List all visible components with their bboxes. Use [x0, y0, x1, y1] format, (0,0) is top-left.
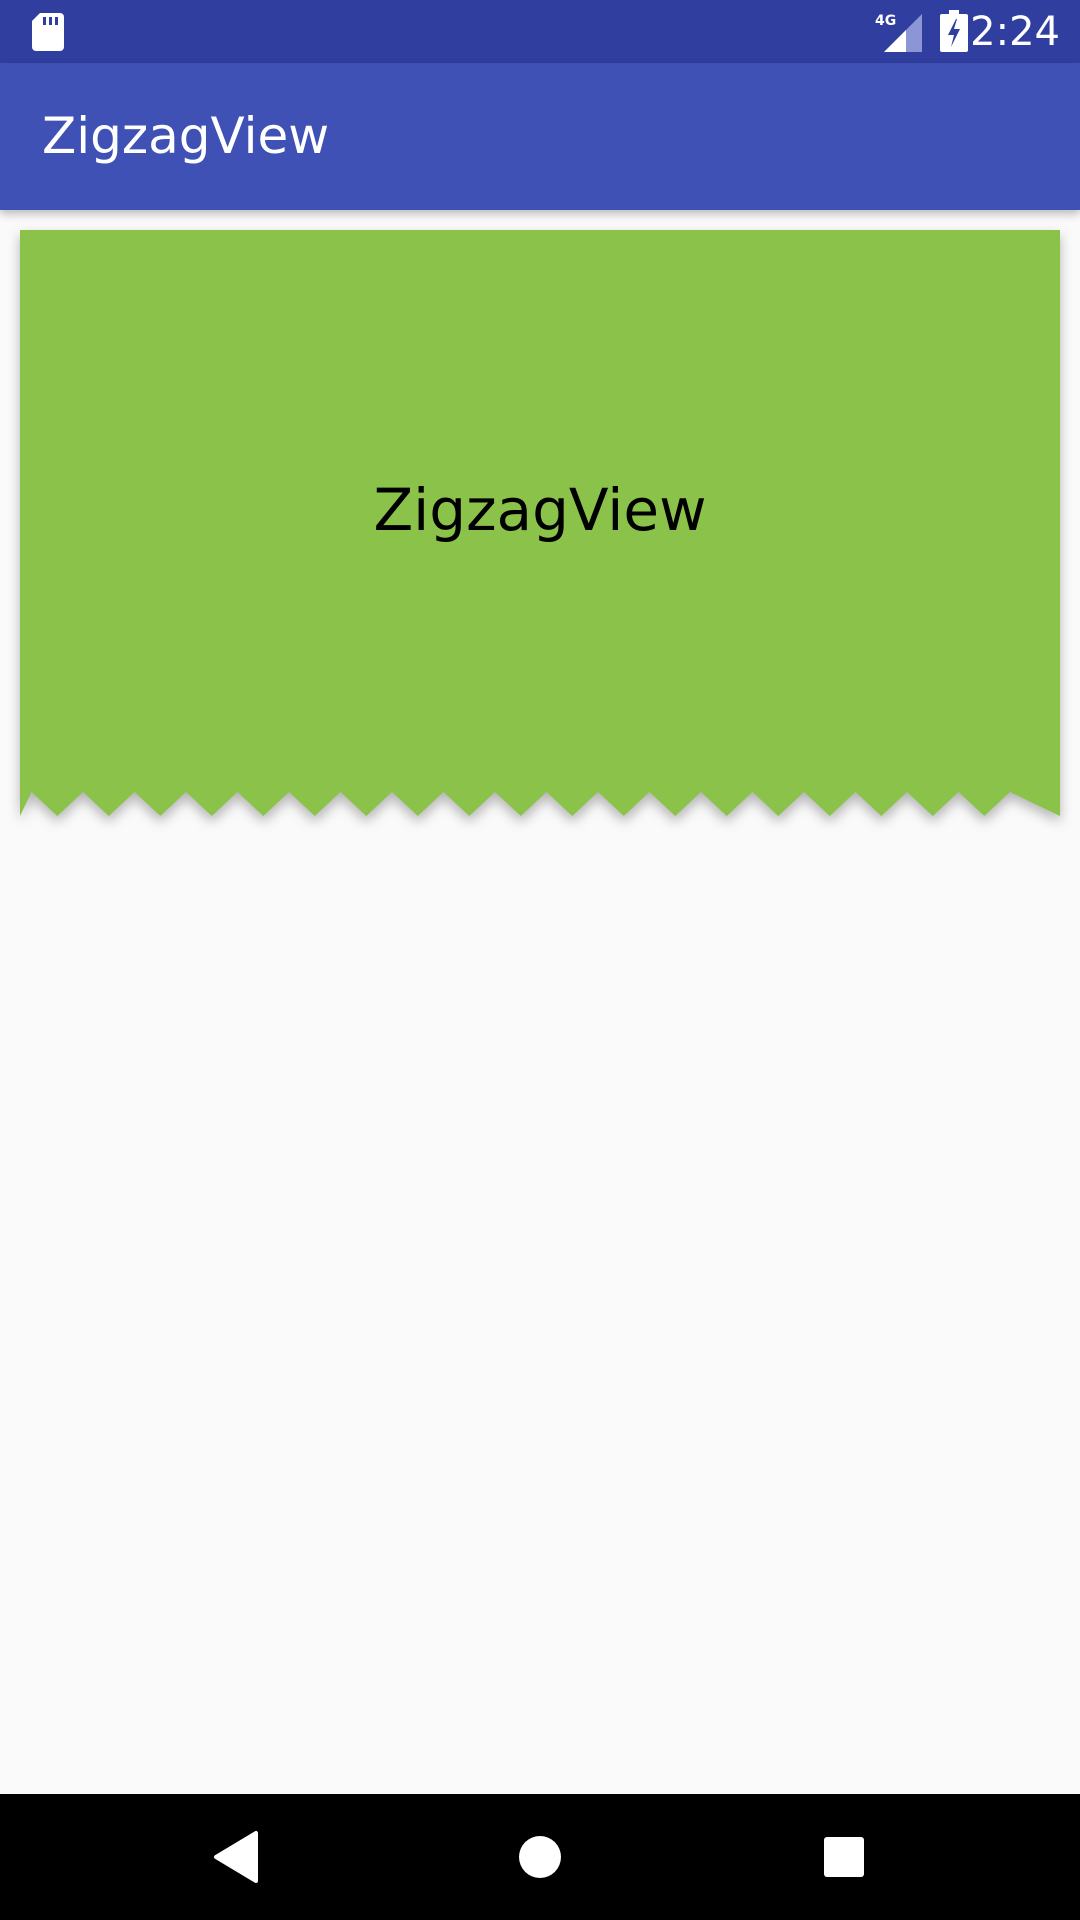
- network-label: 4G: [875, 13, 896, 29]
- cell-signal-icon: 4G: [875, 13, 922, 52]
- status-clock: 2:24: [970, 9, 1060, 55]
- sd-card-icon: [32, 13, 64, 51]
- app-bar: ZigzagView: [0, 63, 1080, 210]
- home-icon[interactable]: [510, 1827, 570, 1887]
- back-icon[interactable]: [206, 1827, 266, 1887]
- zigzag-label: ZigzagView: [373, 476, 707, 544]
- app-title: ZigzagView: [42, 107, 330, 165]
- recent-apps-icon[interactable]: [814, 1827, 874, 1887]
- battery-charging-icon: [940, 10, 968, 52]
- navigation-bar: [0, 1794, 1080, 1920]
- screen: 4G 2:24 ZigzagView ZigzagView: [0, 0, 1080, 1920]
- status-bar: 4G 2:24: [0, 0, 1080, 63]
- zigzag-view: ZigzagView: [20, 230, 1060, 820]
